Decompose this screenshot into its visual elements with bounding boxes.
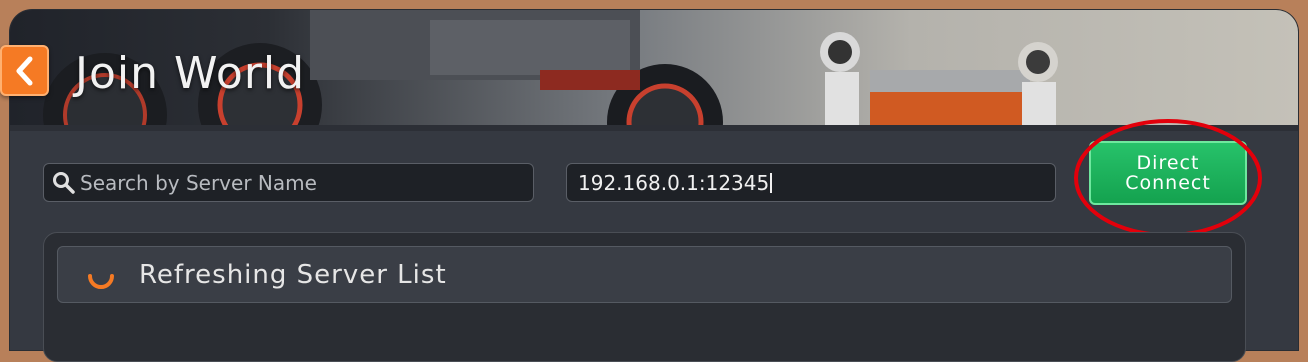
- server-address-input[interactable]: 192.168.0.1:12345: [566, 163, 1056, 202]
- server-list-status: Refreshing Server List: [139, 259, 447, 290]
- chevron-left-icon: [16, 56, 32, 85]
- server-list-status-row: Refreshing Server List: [57, 246, 1232, 303]
- highlight-annotation-circle: [1074, 119, 1262, 237]
- search-input[interactable]: Search by Server Name: [43, 163, 534, 202]
- text-caret: [770, 172, 773, 193]
- back-button[interactable]: [0, 45, 49, 96]
- loading-spinner-icon: [88, 273, 114, 289]
- server-address-value: 192.168.0.1:12345: [578, 170, 770, 195]
- search-placeholder: Search by Server Name: [80, 170, 317, 195]
- search-icon: [53, 171, 75, 194]
- page-title: Join World: [75, 48, 306, 99]
